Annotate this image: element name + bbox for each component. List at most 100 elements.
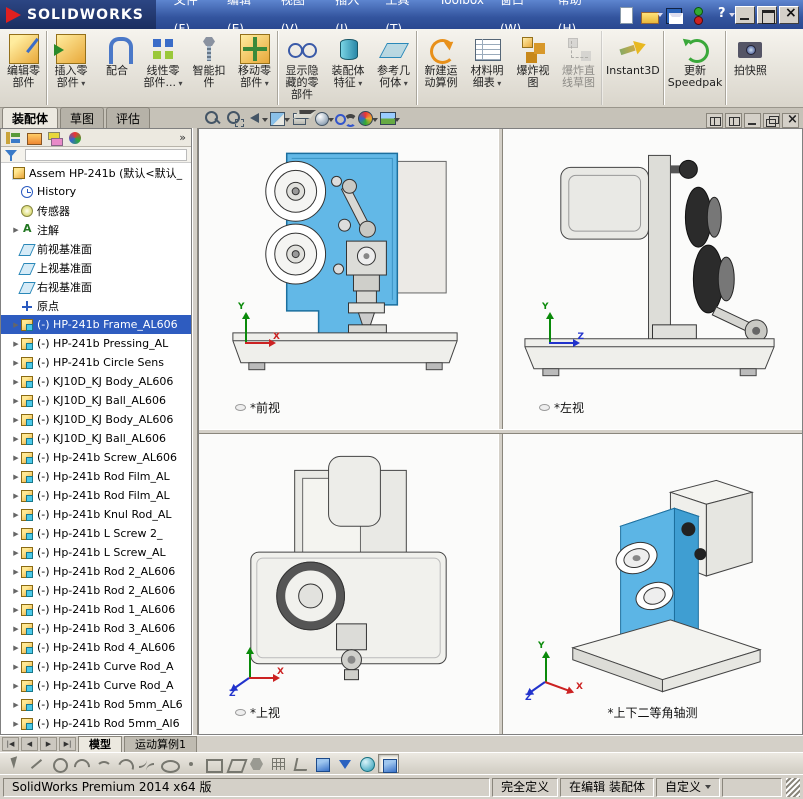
sketch-circle-icon[interactable] <box>48 754 69 773</box>
tree-item[interactable]: ▶ (-) KJ10D_KJ Body_AL606 <box>1 410 191 429</box>
sketch-polygon-icon[interactable] <box>246 754 267 773</box>
tree-item[interactable]: ▶ (-) Hp-241b Curve Rod_A <box>1 676 191 695</box>
resize-grip[interactable] <box>786 777 800 797</box>
featuremanager-tab-icon[interactable] <box>3 130 24 146</box>
expander-icon[interactable]: ▶ <box>11 530 21 538</box>
expander-icon[interactable]: ▶ <box>11 226 21 234</box>
tree-item[interactable]: ▶ (-) KJ10D_KJ Body_AL606 <box>1 372 191 391</box>
assembly-features-button[interactable]: 装配体 特征 <box>325 31 371 105</box>
expander-icon[interactable]: ▶ <box>11 606 21 614</box>
tree-item[interactable]: ▶ (-) Hp-241b L Screw_AL <box>1 543 191 562</box>
tree-item[interactable]: ▶ (-) HP-241b Circle Sens <box>1 353 191 372</box>
tree-item[interactable]: ▶ (-) Hp-241b Rod 2_AL606 <box>1 581 191 600</box>
viewport-top-view[interactable]: X Z *上视 <box>199 434 498 734</box>
expander-icon[interactable]: ▶ <box>11 511 21 519</box>
tree-item[interactable]: ▶ (-) KJ10D_KJ Ball_AL606 <box>1 429 191 448</box>
doc-close-button[interactable] <box>782 112 799 128</box>
tree-item[interactable]: ▶ (-) KJ10D_KJ Ball_AL606 <box>1 391 191 410</box>
tree-item[interactable]: ▶ (-) Hp-241b Rod 5mm_Al6 <box>1 714 191 733</box>
expander-icon[interactable]: ▶ <box>11 663 21 671</box>
rebuild-icon[interactable] <box>686 5 708 25</box>
tree-item[interactable]: ▶ (-) Hp-241b Screw_AL606 <box>1 448 191 467</box>
view-orientation-icon[interactable] <box>290 109 311 127</box>
tab-last-button[interactable]: ▶| <box>59 737 76 751</box>
tree-root-item[interactable]: Assem HP-241b (默认<默认_ <box>1 163 191 182</box>
tree-item[interactable]: ▶ (-) Hp-241b L Screw 2_ <box>1 524 191 543</box>
expander-icon[interactable]: ▶ <box>11 340 21 348</box>
tab-prev-button[interactable]: ◀ <box>21 737 38 751</box>
expander-icon[interactable]: ▶ <box>11 625 21 633</box>
displaymanager-tab-icon[interactable] <box>66 130 87 146</box>
update-speedpak-button[interactable]: 更新 Speedpak <box>665 31 727 105</box>
pane-layout-2-icon[interactable] <box>725 113 742 128</box>
status-custom-dropdown[interactable]: 自定义 <box>655 777 720 797</box>
section-view-icon[interactable] <box>268 109 290 127</box>
zoom-fit-icon[interactable] <box>202 109 223 127</box>
insert-components-button[interactable]: 插入零 部件 <box>48 31 94 105</box>
tree-item[interactable]: ▶ (-) Hp-241b Rod 5mm_AL6 <box>1 695 191 714</box>
view-mode-cube-icon[interactable] <box>378 754 399 773</box>
zoom-area-icon[interactable] <box>224 109 245 127</box>
viewport-isometric-view[interactable]: Y X Z *上下二等角轴测 <box>503 434 802 734</box>
expander-icon[interactable]: ▶ <box>11 587 21 595</box>
hide-show-items-icon[interactable] <box>334 109 357 127</box>
save-icon[interactable] <box>662 5 684 25</box>
tree-item[interactable]: 传感器 <box>1 201 191 220</box>
expander-icon[interactable]: ▶ <box>11 568 21 576</box>
expander-icon[interactable]: ▶ <box>11 397 21 405</box>
viewport-front-view[interactable]: Y X *前视 <box>199 129 498 429</box>
apply-scene-icon[interactable] <box>378 109 400 127</box>
explode-line-sketch-button[interactable]: 爆炸直 线草图 <box>556 31 602 105</box>
tree-item[interactable]: ▶ (-) Hp-241b Rod 4_AL606 <box>1 638 191 657</box>
sketch-angle-icon[interactable] <box>290 754 311 773</box>
edit-component-button[interactable]: 编辑零 部件 <box>1 31 47 105</box>
pane-layout-icon[interactable] <box>706 113 723 128</box>
sketch-3point-arc-icon[interactable] <box>114 754 135 773</box>
tree-item[interactable]: ▶ (-) Hp-241b Rod 1_AL606 <box>1 600 191 619</box>
new-document-icon[interactable] <box>614 5 636 25</box>
tree-item[interactable]: ▶ 注解 <box>1 220 191 239</box>
commandmanager-tab[interactable]: 草图 <box>60 107 105 128</box>
expander-icon[interactable]: ▶ <box>11 416 21 424</box>
tree-item[interactable]: ▶ (-) Hp-241b Rod 2_AL606 <box>1 562 191 581</box>
configurationmanager-tab-icon[interactable] <box>45 130 66 146</box>
previous-view-icon[interactable] <box>246 109 268 127</box>
sketch-rectangle-icon[interactable] <box>202 754 223 773</box>
tab-first-button[interactable]: |◀ <box>2 737 19 751</box>
document-tab[interactable]: 模型 <box>78 736 122 752</box>
tree-item[interactable]: 右视基准面 <box>1 277 191 296</box>
display-style-icon[interactable] <box>312 109 334 127</box>
tree-item[interactable]: ▶ (-) Hp-241b Curve Rod_A <box>1 657 191 676</box>
sketch-parallelogram-icon[interactable] <box>224 754 245 773</box>
tree-item[interactable]: 上视基准面 <box>1 258 191 277</box>
take-snapshot-button[interactable]: 拍快照 <box>727 31 773 105</box>
expander-icon[interactable]: ▶ <box>11 549 21 557</box>
tree-item[interactable]: ▶ (-) Hp-241b Rod Film_AL <box>1 467 191 486</box>
view-arrow-icon[interactable] <box>334 754 355 773</box>
expander-icon[interactable]: ▶ <box>11 682 21 690</box>
sketch-line-icon[interactable] <box>26 754 47 773</box>
shaded-sphere-icon[interactable] <box>356 754 377 773</box>
open-icon[interactable] <box>638 5 663 25</box>
tree-item[interactable]: ▶ (-) Hp-241b Rod 3_AL606 <box>1 619 191 638</box>
expander-icon[interactable]: ▶ <box>11 454 21 462</box>
show-hidden-components-button[interactable]: 显示隐 藏的零 部件 <box>279 31 325 105</box>
doc-minimize-button[interactable] <box>744 113 761 128</box>
expander-icon[interactable]: ▶ <box>11 359 21 367</box>
close-button[interactable] <box>779 5 799 24</box>
tree-filter-input[interactable] <box>25 148 187 161</box>
expander-icon[interactable]: ▶ <box>11 473 21 481</box>
filter-funnel-icon[interactable] <box>3 148 21 162</box>
doc-restore-button[interactable] <box>763 113 780 128</box>
expander-icon[interactable]: ▶ <box>11 321 21 329</box>
tab-next-button[interactable]: ▶ <box>40 737 57 751</box>
mate-button[interactable]: 配合 <box>94 31 140 105</box>
expander-icon[interactable]: ▶ <box>11 644 21 652</box>
sketch-point-icon[interactable] <box>180 754 201 773</box>
expander-icon[interactable]: ▶ <box>11 492 21 500</box>
propertymanager-tab-icon[interactable] <box>24 130 45 146</box>
panel-overflow-button[interactable]: » <box>174 131 191 144</box>
expander-icon[interactable]: ▶ <box>11 720 21 728</box>
sketch-hatch-icon[interactable] <box>268 754 289 773</box>
edit-appearance-icon[interactable] <box>356 109 378 127</box>
